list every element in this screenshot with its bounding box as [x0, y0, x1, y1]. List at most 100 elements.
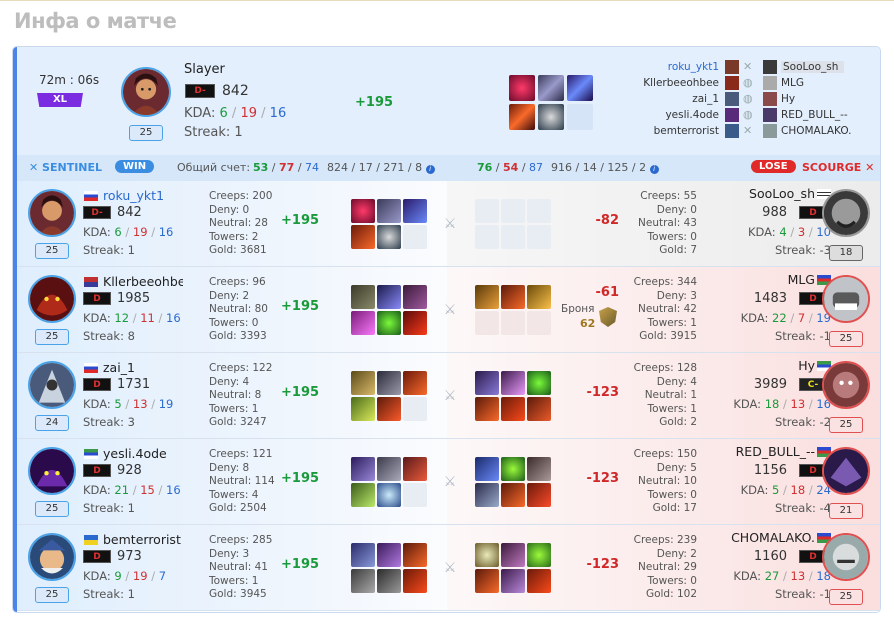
- hero-avatar[interactable]: [822, 447, 870, 495]
- score-label: Общий счет:: [177, 161, 251, 174]
- item-icon[interactable]: [351, 569, 375, 593]
- item-icon[interactable]: [377, 483, 401, 507]
- player-name[interactable]: Hy: [798, 358, 815, 373]
- player-name[interactable]: RED_BULL_--: [736, 444, 815, 459]
- item-icon[interactable]: [501, 543, 525, 567]
- pair-left-name[interactable]: zai_1: [692, 93, 719, 105]
- item-icon[interactable]: [351, 285, 375, 309]
- hero-avatar[interactable]: [822, 189, 870, 237]
- item-icon[interactable]: [527, 543, 551, 567]
- player-stats: Creeps: 150 Deny: 5 Neutral: 10 Towers: 0 Go…: [633, 448, 697, 514]
- item-icon[interactable]: [527, 397, 551, 421]
- team-header: ✕ SENTINEL WIN Общий счет: 53 / 77 / 74 …: [17, 155, 880, 181]
- item-icon[interactable]: [527, 483, 551, 507]
- item-icon[interactable]: [351, 543, 375, 567]
- item-icon[interactable]: [501, 457, 525, 481]
- item-icon[interactable]: [475, 371, 499, 395]
- hero-icon: [725, 124, 739, 138]
- item-icon[interactable]: [403, 543, 427, 567]
- item-icon[interactable]: [403, 311, 427, 335]
- pair-right-name[interactable]: MLG: [781, 77, 804, 89]
- item-icon[interactable]: [403, 371, 427, 395]
- player-name[interactable]: CHOMALAKO.: [731, 530, 815, 545]
- item-icon[interactable]: [501, 397, 525, 421]
- item-icon[interactable]: [475, 543, 499, 567]
- hero-avatar[interactable]: [822, 275, 870, 323]
- item-icon[interactable]: [527, 371, 551, 395]
- item-icon[interactable]: [377, 397, 401, 421]
- player-name[interactable]: SooLoo_sh: [749, 186, 815, 201]
- item-icon[interactable]: [377, 569, 401, 593]
- player-name[interactable]: roku_ykt1: [103, 188, 164, 203]
- swords-icon: ◍: [743, 92, 753, 105]
- item-icon[interactable]: [527, 569, 551, 593]
- pair-left-name[interactable]: Kllerbeeohbee: [643, 77, 719, 89]
- pair-right-name[interactable]: RED_BULL_--: [781, 109, 848, 121]
- item-icon[interactable]: [475, 457, 499, 481]
- item-icon[interactable]: [351, 483, 375, 507]
- item-icon[interactable]: [403, 199, 427, 223]
- item-icon[interactable]: [377, 371, 401, 395]
- pair-right-name[interactable]: SooLoo_sh: [781, 61, 845, 73]
- item-icon[interactable]: [377, 457, 401, 481]
- hero-avatar[interactable]: [28, 361, 76, 409]
- item-icon[interactable]: [509, 75, 535, 101]
- player-name[interactable]: Kllerbeeohbee: [103, 274, 183, 289]
- player-streak: Streak: -4: [774, 501, 831, 515]
- item-icon[interactable]: [351, 371, 375, 395]
- hero-avatar[interactable]: [822, 533, 870, 581]
- item-icon[interactable]: [377, 199, 401, 223]
- item-icon[interactable]: [351, 225, 375, 249]
- item-icon[interactable]: [351, 397, 375, 421]
- pair-left-name[interactable]: yesli.4ode: [665, 109, 719, 121]
- item-icon[interactable]: [527, 285, 551, 309]
- item-icon[interactable]: [475, 483, 499, 507]
- item-icon[interactable]: [475, 285, 499, 309]
- item-icon[interactable]: [377, 543, 401, 567]
- item-icon[interactable]: [377, 285, 401, 309]
- hero-avatar[interactable]: [28, 533, 76, 581]
- item-icon[interactable]: [501, 285, 525, 309]
- item-icon[interactable]: [403, 285, 427, 309]
- item-icon[interactable]: [501, 483, 525, 507]
- item-icon[interactable]: [501, 569, 525, 593]
- hero-avatar[interactable]: [28, 189, 76, 237]
- item-icon[interactable]: [351, 199, 375, 223]
- player-streak: Streak: 1: [83, 243, 135, 257]
- mvp-avatar[interactable]: [121, 67, 171, 117]
- player-name[interactable]: bemterrorist: [103, 532, 181, 547]
- item-icon[interactable]: [501, 371, 525, 395]
- country-flag: [84, 535, 98, 545]
- swords-icon: ✕: [743, 60, 753, 73]
- pair-right-name[interactable]: Hy: [781, 93, 795, 105]
- player-name[interactable]: MLG: [788, 272, 815, 287]
- hero-avatar[interactable]: [822, 361, 870, 409]
- item-icon[interactable]: [377, 225, 401, 249]
- item-grid: [351, 285, 427, 335]
- item-icon[interactable]: [538, 75, 564, 101]
- item-icon[interactable]: [351, 457, 375, 481]
- item-icon[interactable]: [377, 311, 401, 335]
- item-icon[interactable]: [538, 104, 564, 130]
- hero-avatar[interactable]: [28, 447, 76, 495]
- item-icon[interactable]: [527, 457, 551, 481]
- player-name[interactable]: yesli.4ode: [103, 446, 167, 461]
- mvp-name[interactable]: Slayer: [184, 62, 225, 77]
- item-icon[interactable]: [475, 569, 499, 593]
- item-icon[interactable]: [351, 311, 375, 335]
- item-icon[interactable]: [509, 104, 535, 130]
- hero-icon: [763, 92, 777, 106]
- pair-right-name[interactable]: CHOMALAKO.: [781, 125, 852, 137]
- item-icon[interactable]: [403, 569, 427, 593]
- rank-badge: D: [83, 292, 111, 305]
- hero-avatar[interactable]: [28, 275, 76, 323]
- player-name[interactable]: zai_1: [103, 360, 135, 375]
- hero-icon: [725, 60, 739, 74]
- item-icon[interactable]: [475, 397, 499, 421]
- player-row: 25 yesli.4ode D 928 KDA: 21 / 15 / 16 St…: [17, 439, 880, 525]
- pair-left-name[interactable]: bemterrorist: [654, 125, 719, 137]
- item-icon[interactable]: [403, 457, 427, 481]
- pair-left-name[interactable]: roku_ykt1: [668, 61, 719, 73]
- item-icon[interactable]: [567, 75, 593, 101]
- player-mmr: 1160: [753, 549, 787, 564]
